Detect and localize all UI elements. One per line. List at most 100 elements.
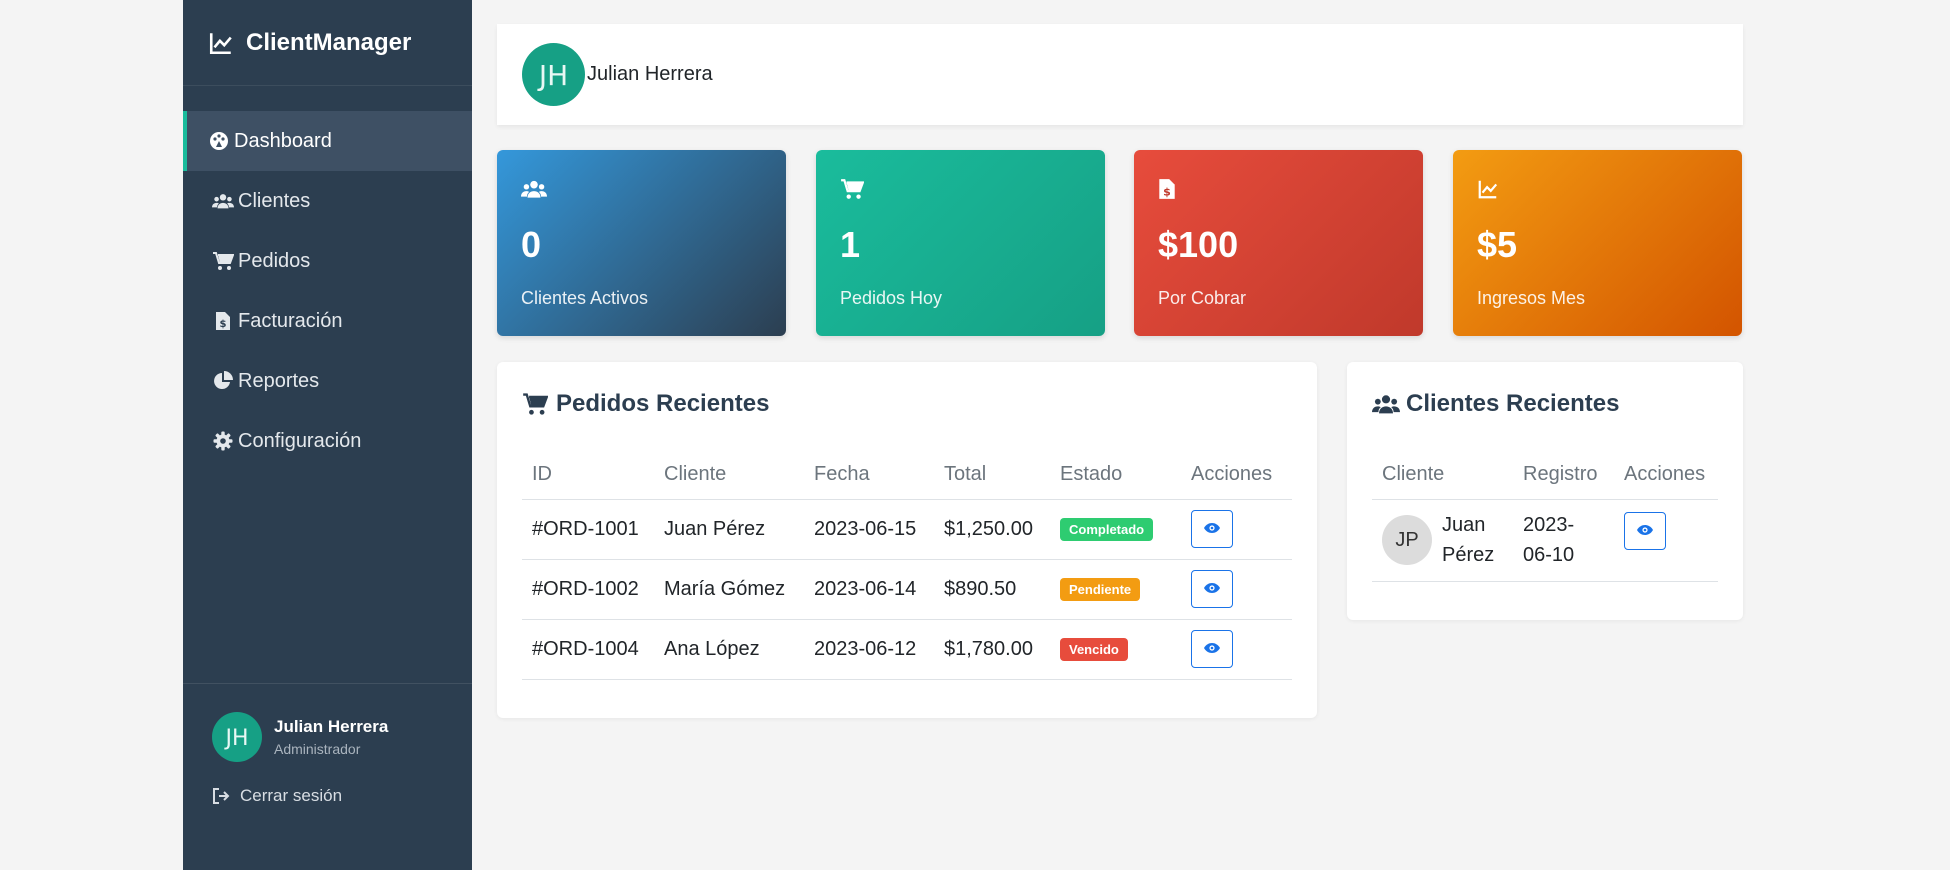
sidebar-item-clientes[interactable]: Clientes [183,171,472,231]
brand[interactable]: ClientManager [183,0,472,86]
sidebar-item-dashboard[interactable]: Dashboard [183,111,472,171]
avatar[interactable]: JH [522,43,585,106]
panel-title: Pedidos Recientes [522,386,1292,422]
client-registro-cell: 2023-06-10 [1513,499,1614,582]
table-row: #ORD-1002 María Gómez 2023-06-14 $890.50… [522,559,1292,620]
sidebar-item-label: Reportes [238,369,320,392]
sidebar-item-label: Pedidos [238,249,311,272]
view-order-button[interactable] [1191,570,1233,608]
view-order-button[interactable] [1191,630,1233,668]
column-header[interactable]: Estado [1050,451,1181,500]
column-header[interactable]: Total [934,451,1050,500]
stat-card-clientes-activos: 0 Clientes Activos [497,150,786,336]
top-header: JH Julian Herrera [497,24,1743,125]
order-status-cell: Pendiente [1050,559,1181,620]
stat-value: $100 [1158,224,1239,265]
panel-title-text: Clientes Recientes [1406,390,1620,417]
stat-card-pedidos-hoy: 1 Pedidos Hoy [816,150,1105,336]
column-header[interactable]: Fecha [804,451,934,500]
column-header[interactable]: Registro [1513,451,1614,500]
line-chart-icon [208,30,234,56]
order-status-cell: Vencido [1050,619,1181,680]
status-badge: Completado [1060,518,1154,541]
sidebar-nav: Dashboard Clientes Pedidos $ Facturación… [183,111,472,471]
sidebar-item-label: Clientes [238,189,311,212]
sidebar-user-role: Administrador [274,741,361,757]
stat-card-ingresos-mes: $5 Ingresos Mes [1453,150,1742,336]
sidebar: ClientManager Dashboard Clientes Pedidos… [183,0,472,870]
invoice-icon: $ [212,310,234,332]
panel-title: Clientes Recientes [1372,386,1718,422]
eye-icon [1203,642,1221,656]
order-status-cell: Completado [1050,499,1181,560]
sidebar-footer: JH Julian Herrera Administrador Cerrar s… [183,683,472,870]
panel-title-text: Pedidos Recientes [556,390,770,417]
sidebar-item-label: Dashboard [234,129,332,152]
svg-text:$: $ [1163,186,1171,199]
column-header: Acciones [1614,451,1718,500]
stat-label: Clientes Activos [521,288,649,308]
cart-icon [212,250,234,272]
orders-table: ID Cliente Fecha Total Estado Acciones #… [522,451,1292,680]
eye-icon [1636,524,1654,538]
users-icon [521,178,547,202]
table-row: #ORD-1001 Juan Pérez 2023-06-15 $1,250.0… [522,499,1292,560]
logout-link[interactable]: Cerrar sesión [212,786,472,806]
order-date: 2023-06-12 [804,619,934,680]
sidebar-item-configuracion[interactable]: Configuración [183,411,472,471]
client-name: Juan Pérez [1442,514,1495,566]
client-registro: 2023-06-10 [1523,514,1575,566]
users-icon [212,190,234,212]
table-header-row: ID Cliente Fecha Total Estado Acciones [522,451,1292,500]
svg-text:JH: JH [537,59,568,92]
order-actions-cell [1181,619,1292,680]
order-total: $1,780.00 [934,619,1050,680]
recent-clients-panel: Clientes Recientes Cliente Registro Acci… [1347,362,1743,620]
view-order-button[interactable] [1191,510,1233,548]
table-header-row: Cliente Registro Acciones [1372,451,1718,500]
status-badge: Pendiente [1060,578,1141,601]
order-actions-cell [1181,559,1292,620]
stat-value: $5 [1477,224,1518,265]
table-row: #ORD-1004 Ana López 2023-06-12 $1,780.00… [522,619,1292,680]
users-icon [1372,392,1400,416]
column-header[interactable]: Cliente [1372,451,1513,500]
sidebar-item-pedidos[interactable]: Pedidos [183,231,472,291]
sign-out-icon [212,787,230,805]
svg-text:JH: JH [223,726,248,751]
stat-value: 1 [840,224,861,265]
order-date: 2023-06-14 [804,559,934,620]
stat-label: Por Cobrar [1158,288,1247,308]
order-client: Ana López [654,619,804,680]
column-header[interactable]: ID [522,451,654,500]
order-client: Juan Pérez [654,499,804,560]
pie-chart-icon [212,370,234,392]
sidebar-item-label: Configuración [238,429,362,452]
column-header[interactable]: Cliente [654,451,804,500]
view-client-button[interactable] [1624,511,1666,550]
order-id: #ORD-1002 [522,559,654,620]
client-cell: JP Juan Pérez [1372,499,1513,582]
cart-icon [840,178,866,202]
stat-card-por-cobrar: $ $100 Por Cobrar [1134,150,1423,336]
line-chart-icon [1477,178,1503,202]
eye-icon [1203,582,1221,596]
order-date: 2023-06-15 [804,499,934,560]
palette-icon [208,130,230,152]
status-badge: Vencido [1060,638,1128,661]
sidebar-item-reportes[interactable]: Reportes [183,351,472,411]
stat-label: Pedidos Hoy [840,288,943,308]
order-total: $1,250.00 [934,499,1050,560]
logout-label: Cerrar sesión [240,786,343,805]
cart-icon [522,392,550,416]
avatar: JH [212,712,262,762]
order-actions-cell [1181,499,1292,560]
table-row: JP Juan Pérez 2023-06-10 [1372,499,1718,582]
header-user-name: Julian Herrera [587,63,713,85]
client-actions-cell [1614,499,1718,582]
sidebar-user-name: Julian Herrera [274,717,389,736]
order-total: $890.50 [934,559,1050,620]
order-id: #ORD-1004 [522,619,654,680]
order-client: María Gómez [654,559,804,620]
sidebar-item-facturacion[interactable]: $ Facturación [183,291,472,351]
